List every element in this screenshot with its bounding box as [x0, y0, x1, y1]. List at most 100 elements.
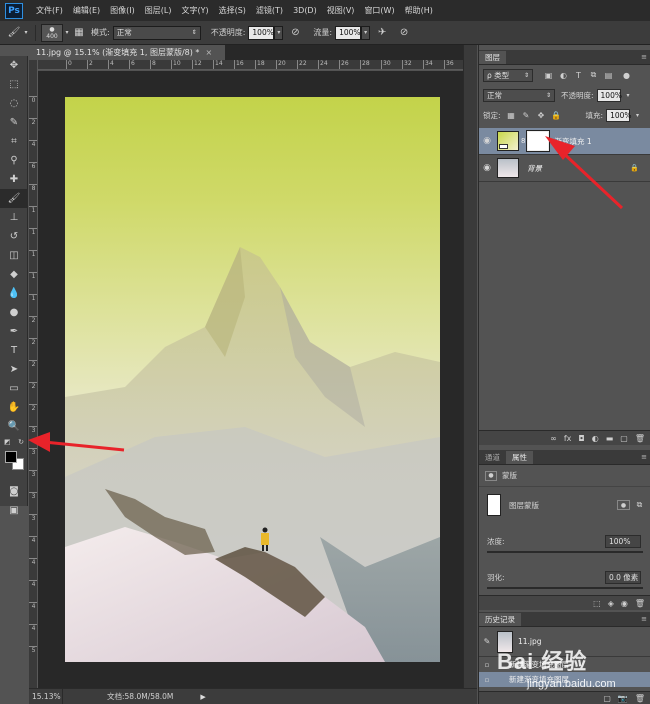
type-tool-icon[interactable]: T	[0, 341, 28, 360]
background-thumbnail[interactable]	[497, 158, 519, 178]
tab-properties[interactable]: 属性	[506, 451, 533, 464]
panel-menu-icon[interactable]: ≡	[641, 615, 647, 623]
layer-filter-select[interactable]: ρ 类型 ⇕	[483, 68, 533, 82]
clone-stamp-tool-icon[interactable]: ⊥	[0, 208, 28, 227]
feather-input[interactable]: 0.0 像素	[605, 570, 641, 584]
zoom-tool-icon[interactable]: 🔍	[0, 417, 28, 436]
layer-row-gradient-fill[interactable]: ◉ 8 渐变填充 1	[479, 128, 650, 155]
menu-select[interactable]: 选择(S)	[214, 5, 251, 16]
blur-tool-icon[interactable]: 💧	[0, 284, 28, 303]
link-layers-icon[interactable]: ∞	[550, 434, 557, 443]
chevron-down-icon[interactable]: ▾	[623, 90, 634, 101]
feather-slider[interactable]	[487, 587, 643, 589]
brush-tool-icon[interactable]: 🖌	[6, 25, 22, 41]
opacity-dropdown-icon[interactable]: ▾	[274, 25, 284, 40]
layer-mask-thumbnail[interactable]	[526, 130, 551, 152]
default-colors-icon[interactable]: ◩	[4, 438, 11, 446]
lock-paint-icon[interactable]: ✎	[521, 110, 532, 121]
menu-3d[interactable]: 3D(D)	[288, 6, 322, 15]
history-step[interactable]: ▫ 新建渐变填充图层	[479, 657, 650, 672]
tab-history[interactable]: 历史记录	[479, 613, 521, 626]
menu-type[interactable]: 文字(Y)	[176, 5, 213, 16]
menu-window[interactable]: 窗口(W)	[359, 5, 399, 16]
menu-filter[interactable]: 滤镜(T)	[251, 5, 288, 16]
marquee-tool-icon[interactable]: ⬚	[0, 75, 28, 94]
menu-edit[interactable]: 编辑(E)	[68, 5, 105, 16]
snapshot-camera-icon[interactable]: 📷	[618, 694, 628, 703]
pixel-mask-icon[interactable]: ●	[617, 500, 630, 510]
menu-image[interactable]: 图像(I)	[105, 5, 140, 16]
tab-channels[interactable]: 通道	[479, 451, 506, 464]
shape-tool-icon[interactable]: ▭	[0, 379, 28, 398]
flow-dropdown-icon[interactable]: ▾	[361, 25, 371, 40]
document-tab[interactable]: 11.jpg @ 15.1% (渐变填充 1, 图层蒙版/8) * ×	[29, 45, 225, 60]
history-snapshot[interactable]: ✎ 11.jpg	[479, 627, 650, 657]
history-step-current[interactable]: ▫ 新建渐变填充图层	[479, 672, 650, 687]
pressure-opacity-icon[interactable]: ⊘	[287, 25, 303, 41]
gradient-fill-thumbnail[interactable]	[497, 131, 519, 151]
paint-bucket-tool-icon[interactable]: ◆	[0, 265, 28, 284]
density-input[interactable]: 100%	[605, 534, 641, 548]
filter-smart-object-icon[interactable]: ▤	[603, 70, 614, 81]
snapshot-thumbnail[interactable]	[497, 630, 513, 653]
dodge-tool-icon[interactable]: ●	[0, 303, 28, 322]
history-item[interactable]: 新建渐变填充图层	[509, 659, 569, 670]
close-icon[interactable]: ×	[205, 48, 212, 57]
crop-tool-icon[interactable]: ⌗	[0, 132, 28, 151]
eye-icon[interactable]: ◉	[479, 163, 495, 173]
new-document-icon[interactable]: ▢	[603, 694, 611, 703]
fx-icon[interactable]: fx	[564, 434, 572, 443]
lock-all-icon[interactable]: 🔒	[551, 110, 562, 121]
lasso-tool-icon[interactable]: ◌	[0, 94, 28, 113]
history-item[interactable]: 新建渐变填充图层	[509, 674, 569, 685]
image-canvas[interactable]	[65, 97, 440, 662]
opacity-input[interactable]: 100%	[248, 25, 275, 40]
layer-opacity-input[interactable]: 100%	[596, 88, 622, 102]
filter-type-icon[interactable]: T	[573, 70, 584, 81]
mask-preview-thumbnail[interactable]	[487, 494, 501, 516]
chevron-down-icon[interactable]: ▾	[632, 110, 643, 121]
new-adjustment-icon[interactable]: ◐	[592, 434, 599, 443]
trash-icon[interactable]: 🗑	[635, 694, 645, 703]
menu-file[interactable]: 文件(F)	[31, 5, 68, 16]
chevron-down-icon[interactable]: ▾	[22, 25, 30, 41]
fill-input[interactable]: 100%	[606, 108, 632, 122]
blend-mode-select[interactable]: 正常 ⇕	[483, 88, 555, 102]
tab-layers[interactable]: 图层	[479, 51, 506, 64]
airbrush-icon[interactable]: ✈	[374, 25, 390, 41]
hand-tool-icon[interactable]: ✋	[0, 398, 28, 417]
vector-mask-icon[interactable]: ⧉	[634, 500, 645, 511]
quick-mask-icon[interactable]: ◙	[0, 482, 28, 501]
move-tool-icon[interactable]: ✥	[0, 56, 28, 75]
history-item[interactable]: 11.jpg	[518, 637, 542, 646]
eyedropper-tool-icon[interactable]: ⚲	[0, 151, 28, 170]
toggle-mask-icon[interactable]: ◉	[621, 599, 628, 608]
brush-panel-toggle-icon[interactable]: ▦	[71, 25, 87, 41]
trash-icon[interactable]: 🗑	[635, 434, 645, 443]
quick-select-tool-icon[interactable]: ✎	[0, 113, 28, 132]
new-layer-icon[interactable]: ▢	[620, 434, 628, 443]
eye-icon[interactable]: ◉	[479, 136, 495, 146]
path-select-tool-icon[interactable]: ➤	[0, 360, 28, 379]
mode-select[interactable]: 正常 ⇕	[112, 25, 201, 40]
zoom-level[interactable]: 15.13%	[29, 688, 63, 704]
trash-icon[interactable]: 🗑	[635, 599, 645, 608]
layer-row-background[interactable]: ◉ 背景 🔒	[479, 155, 650, 182]
menu-help[interactable]: 帮助(H)	[400, 5, 438, 16]
menu-view[interactable]: 视图(V)	[322, 5, 360, 16]
swap-arrow-icon[interactable]: ↻	[18, 438, 24, 446]
flow-input[interactable]: 100%	[335, 25, 362, 40]
apply-mask-icon[interactable]: ◈	[608, 599, 614, 608]
panel-menu-icon[interactable]: ≡	[641, 453, 647, 461]
filter-adjustment-icon[interactable]: ◐	[558, 70, 569, 81]
healing-brush-tool-icon[interactable]: ✚	[0, 170, 28, 189]
play-arrow-icon[interactable]: ▶	[200, 693, 205, 701]
menu-layer[interactable]: 图层(L)	[140, 5, 177, 16]
brush-preset-picker[interactable]: ● 400	[41, 23, 63, 42]
eraser-tool-icon[interactable]: ◫	[0, 246, 28, 265]
swap-colors-icon[interactable]: ◩ ↻	[0, 436, 28, 448]
add-mask-icon[interactable]: ◘	[578, 434, 584, 443]
filter-toggle-icon[interactable]: ●	[621, 70, 632, 81]
history-brush-tool-icon[interactable]: ↺	[0, 227, 28, 246]
load-selection-icon[interactable]: ⬚	[593, 599, 601, 608]
